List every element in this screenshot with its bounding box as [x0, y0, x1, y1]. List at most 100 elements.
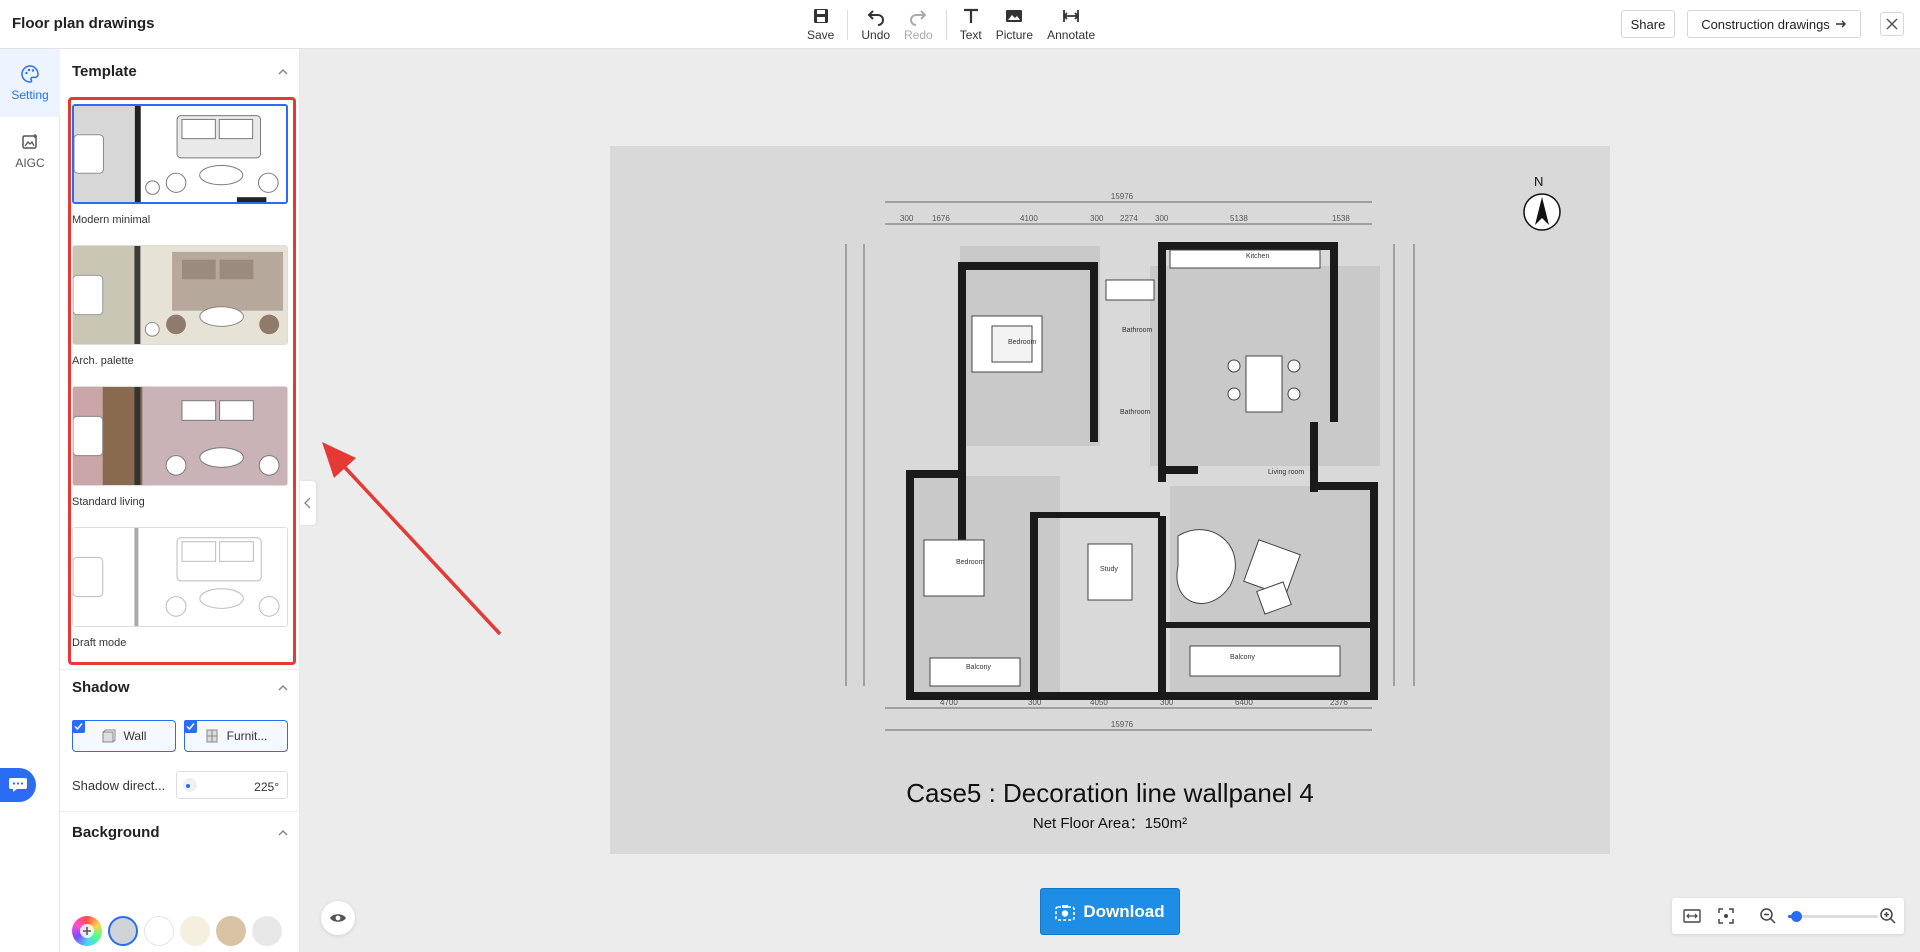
download-label: Download: [1083, 901, 1165, 921]
construction-drawings-button[interactable]: Construction drawings: [1687, 10, 1861, 38]
wall-label: Wall: [123, 729, 147, 743]
bg-swatch-light-gray[interactable]: [252, 916, 282, 946]
template-label: Arch. palette: [72, 355, 134, 367]
arrow-right-icon: [1835, 20, 1846, 28]
save-button[interactable]: Save: [800, 6, 841, 42]
section-divider: [60, 811, 300, 812]
bg-swatch-white[interactable]: [144, 916, 174, 946]
zoom-in-button[interactable]: [1878, 906, 1898, 926]
save-icon: [813, 9, 828, 23]
template-label: Modern minimal: [72, 214, 151, 226]
svg-text:2274: 2274: [1120, 214, 1138, 223]
template-item-arch-palette[interactable]: Arch. palette: [72, 245, 288, 367]
template-item-modern-minimal[interactable]: Modern minimal: [72, 104, 288, 226]
background-section-header[interactable]: Background: [72, 824, 290, 841]
undo-icon: [867, 10, 884, 26]
svg-text:1538: 1538: [1332, 214, 1350, 223]
image-ai-icon: [22, 134, 37, 149]
template-section-header[interactable]: Template: [72, 63, 290, 80]
template-thumbnail: [72, 104, 288, 204]
svg-text:Bathroom: Bathroom: [1120, 409, 1151, 416]
bg-swatch-gray[interactable]: [108, 916, 138, 946]
plan-title: Case5 : Decoration line wallpanel 4: [906, 778, 1314, 808]
wall-icon: [102, 729, 116, 743]
shadow-direction-value: 225°: [254, 780, 279, 794]
chevron-up-icon: [278, 684, 288, 691]
annotate-icon: [1062, 10, 1080, 22]
toolbar: Save Undo Redo Text Picture Annotate: [800, 6, 1102, 44]
camera-icon: [1055, 904, 1076, 921]
floor-plan-drawing: 15976 300 1676 4100 300 2274 300 5138 1538 47…: [845, 192, 1415, 731]
svg-text:Bedroom: Bedroom: [956, 559, 985, 566]
shadow-section-title: Shadow: [72, 679, 130, 696]
svg-text:15976: 15976: [1111, 720, 1134, 729]
wall-shadow-toggle[interactable]: Wall: [72, 720, 176, 752]
plan-subtitle: Net Floor Area：150m²: [1032, 815, 1188, 832]
svg-text:Balcony: Balcony: [1230, 654, 1255, 661]
zoom-slider[interactable]: [1788, 911, 1878, 922]
zoom-slider-handle[interactable]: [1790, 911, 1802, 922]
shadow-direction-input[interactable]: 225°: [176, 771, 288, 799]
svg-text:Bedroom: Bedroom: [1008, 339, 1037, 346]
text-icon: [963, 8, 978, 23]
direction-dial-icon: [183, 778, 197, 792]
svg-text:Living room: Living room: [1268, 469, 1304, 476]
redo-icon: [910, 10, 927, 26]
zoom-out-button[interactable]: [1758, 906, 1778, 926]
floor-plan-canvas[interactable]: 15976 300 1676 4100 300 2274 300 5138 1538 47…: [610, 146, 1610, 854]
template-item-draft-mode[interactable]: Draft mode: [72, 527, 288, 649]
undo-button[interactable]: Undo: [854, 6, 897, 42]
text-label: Text: [959, 28, 982, 42]
text-button[interactable]: Text: [953, 6, 989, 42]
section-divider: [60, 669, 300, 670]
download-button[interactable]: Download: [1040, 888, 1180, 935]
chat-button[interactable]: [0, 768, 36, 802]
zoom-controls: [1672, 898, 1904, 934]
rail-item-label: Setting: [11, 88, 49, 102]
svg-text:300: 300: [900, 214, 914, 223]
template-thumbnail: [72, 527, 288, 627]
template-item-standard-living[interactable]: Standard living: [72, 386, 288, 508]
fit-width-button[interactable]: [1682, 906, 1702, 926]
toolbar-divider: [847, 10, 849, 40]
share-button[interactable]: Share: [1621, 10, 1675, 38]
bg-swatch-cream[interactable]: [180, 916, 210, 946]
svg-text:5138: 5138: [1230, 214, 1248, 223]
compass-icon: [1523, 193, 1561, 231]
svg-text:15976: 15976: [1111, 192, 1134, 201]
zoom-in-icon: [1880, 908, 1896, 924]
svg-text:1676: 1676: [932, 214, 950, 223]
panel-collapse-handle[interactable]: [300, 481, 316, 525]
furniture-shadow-toggle[interactable]: Furnit...: [184, 720, 288, 752]
custom-color-swatch[interactable]: [72, 916, 102, 946]
picture-icon: [1006, 10, 1023, 22]
focus-icon: [1718, 908, 1734, 924]
preview-toggle-button[interactable]: [321, 901, 355, 935]
close-button[interactable]: [1880, 12, 1904, 36]
checkbox-checked-icon: [184, 720, 197, 733]
svg-text:300: 300: [1155, 214, 1169, 223]
annotate-button[interactable]: Annotate: [1040, 6, 1102, 42]
chat-icon: [9, 778, 27, 792]
toolbar-divider: [945, 10, 947, 40]
template-section-title: Template: [72, 63, 137, 80]
fit-width-icon: [1683, 909, 1701, 923]
fit-screen-button[interactable]: [1716, 906, 1736, 926]
redo-button[interactable]: Redo: [897, 6, 940, 42]
shadow-section-header[interactable]: Shadow: [72, 679, 290, 696]
undo-label: Undo: [861, 28, 891, 42]
svg-text:Kitchen: Kitchen: [1246, 253, 1269, 260]
picture-button[interactable]: Picture: [989, 6, 1040, 42]
plus-icon: [80, 924, 94, 938]
template-thumbnail: [72, 245, 288, 345]
svg-text:Study: Study: [1100, 566, 1118, 573]
template-label: Draft mode: [72, 637, 127, 649]
close-icon: [1886, 18, 1898, 30]
rail-item-setting[interactable]: Setting: [0, 49, 60, 117]
app-title: Floor plan drawings: [12, 15, 155, 32]
rail-item-aigc[interactable]: AIGC: [0, 117, 60, 185]
annotate-label: Annotate: [1047, 28, 1096, 42]
svg-text:4100: 4100: [1020, 214, 1038, 223]
template-thumbnail: [72, 386, 288, 486]
bg-swatch-tan[interactable]: [216, 916, 246, 946]
